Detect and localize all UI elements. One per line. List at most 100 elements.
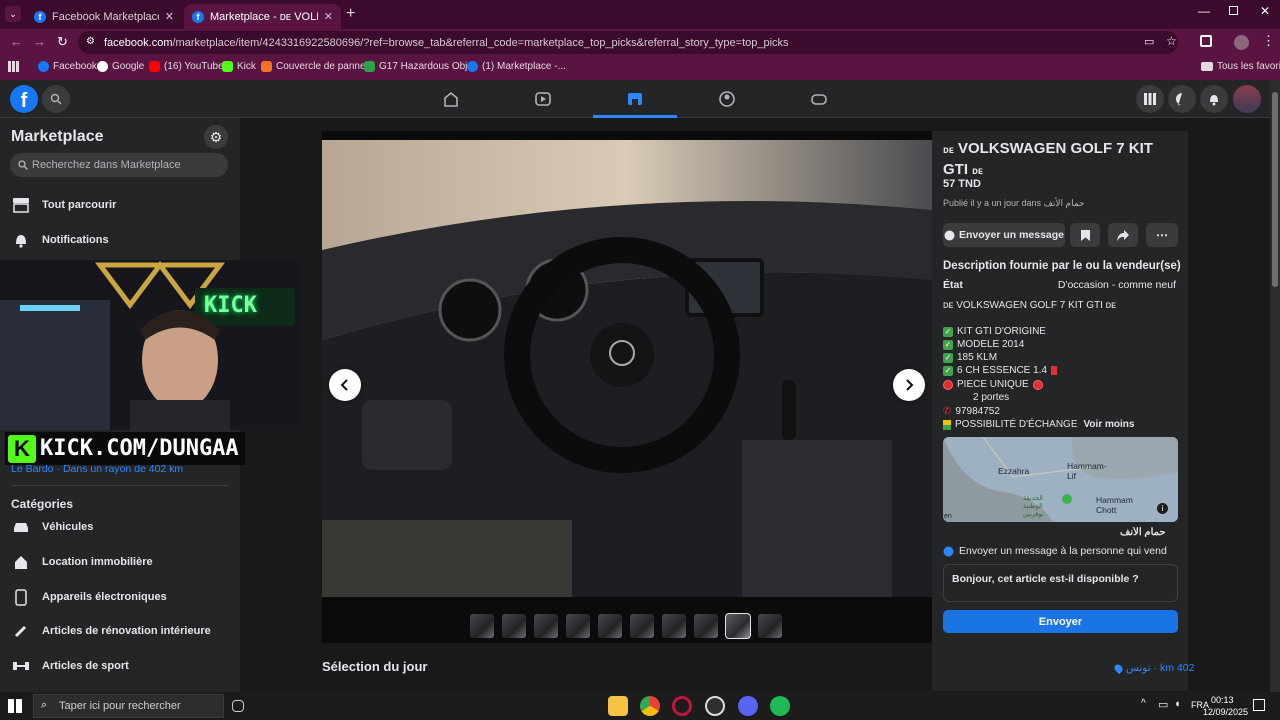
nav-marketplace[interactable]	[593, 80, 677, 118]
obs-icon[interactable]	[705, 696, 725, 716]
account-avatar[interactable]	[1233, 85, 1261, 113]
star-icon[interactable]: ☆	[1166, 34, 1177, 48]
nav-video[interactable]	[501, 80, 585, 118]
bookmark-couvercle[interactable]: Couvercle de panne...	[261, 61, 374, 72]
sidebar-item-notifications[interactable]: Notifications	[10, 229, 109, 251]
section-location[interactable]: تونس · km 402	[1112, 662, 1194, 674]
category-vehicles[interactable]: Véhicules	[10, 516, 93, 538]
opera-icon[interactable]	[672, 696, 692, 716]
clock-time[interactable]: 00:13	[1211, 695, 1234, 705]
discord-icon[interactable]	[738, 696, 758, 716]
search-icon: ⌕	[41, 699, 48, 711]
location-map[interactable]: Ezzahra Hammam-Lif Hammam Chott الحديقة …	[943, 437, 1178, 522]
bookmark-kick[interactable]: Kick	[222, 61, 256, 72]
bookmark-marketplace[interactable]: (1) Marketplace -...	[467, 61, 566, 72]
site-info-icon[interactable]: ⚙	[86, 36, 95, 47]
close-tab-icon[interactable]: ✕	[165, 10, 174, 23]
close-window-icon[interactable]: ✕	[1260, 4, 1270, 18]
taskbar-search[interactable]: ⌕ Taper ici pour rechercher	[33, 694, 224, 718]
map-label: الحديقة الوطنية بوقرنين	[1023, 495, 1044, 518]
map-info-icon[interactable]: i	[1157, 503, 1168, 514]
network-icon[interactable]: ▭	[1158, 698, 1168, 711]
photo-thumbnail[interactable]	[598, 614, 622, 638]
sidebar-title: Marketplace	[11, 128, 104, 145]
start-button[interactable]	[8, 699, 22, 713]
more-options-button[interactable]: ⋯	[1146, 223, 1178, 247]
photo-thumbnail-selected[interactable]	[725, 613, 751, 639]
browser-tab-active[interactable]: f Marketplace - ᴅᴇ VOLKSWAGEN ✕	[184, 4, 341, 29]
restore-icon[interactable]	[1229, 6, 1238, 15]
clock-date[interactable]: 12/09/2025	[1203, 707, 1248, 717]
description-line: PIECE UNIQUE	[943, 379, 1043, 390]
notification-center-icon[interactable]	[1253, 699, 1265, 711]
reload-icon[interactable]: ↻	[57, 34, 68, 50]
message-textarea[interactable]: Bonjour, cet article est-il disponible ?	[943, 564, 1178, 602]
messenger-button[interactable]	[1168, 85, 1196, 113]
windows-taskbar: ⌕ Taper ici pour rechercher ^ ▭ ◖ FRA 00…	[0, 692, 1280, 720]
marketplace-search-input[interactable]: Recherchez dans Marketplace	[10, 153, 228, 177]
save-button[interactable]	[1070, 223, 1100, 247]
bookmark-g17[interactable]: G17 Hazardous Obj...	[364, 61, 476, 72]
nav-gaming[interactable]	[777, 80, 861, 118]
photo-thumbnail[interactable]	[470, 614, 494, 638]
facebook-logo[interactable]: f	[10, 85, 38, 113]
menu-grid-button[interactable]	[1136, 85, 1164, 113]
all-bookmarks[interactable]: Tous les favoris	[1201, 61, 1280, 72]
nav-groups[interactable]	[685, 80, 769, 118]
gaming-icon	[811, 94, 827, 105]
cast-icon[interactable]: ▭	[1144, 35, 1154, 48]
scrollbar-thumb[interactable]	[1272, 92, 1278, 287]
previous-photo-button[interactable]	[329, 369, 361, 401]
apps-icon[interactable]	[8, 61, 19, 72]
category-rentals[interactable]: Location immobilière	[10, 551, 153, 573]
extensions-icon[interactable]	[1200, 35, 1212, 47]
browser-tab[interactable]: f Facebook Marketplace | Faceboo ✕	[26, 4, 182, 29]
browser-tab-strip: ⌄ f Facebook Marketplace | Faceboo ✕ f M…	[0, 0, 1280, 29]
file-explorer-icon[interactable]	[608, 696, 628, 716]
marketplace-icon	[628, 92, 642, 105]
notifications-button[interactable]	[1200, 85, 1228, 113]
fb-search-button[interactable]	[42, 85, 70, 113]
category-electronics[interactable]: Appareils électroniques	[10, 586, 167, 608]
bookmark-facebook[interactable]: Facebook	[38, 61, 97, 72]
photo-thumbnail[interactable]	[566, 614, 590, 638]
state-value: D'occasion - comme neuf	[1057, 279, 1176, 291]
category-home-improvement[interactable]: Articles de rénovation intérieure	[10, 620, 211, 642]
category-sports[interactable]: Articles de sport	[10, 655, 129, 677]
send-message-button[interactable]: Envoyer un message	[943, 223, 1065, 247]
photo-thumbnail[interactable]	[662, 614, 686, 638]
tab-list-icon[interactable]: ⌄	[5, 6, 21, 22]
sidebar-item-browse[interactable]: Tout parcourir	[10, 194, 116, 216]
new-tab-button[interactable]: +	[346, 5, 355, 23]
photo-thumbnail[interactable]	[758, 614, 782, 638]
bookmark-google[interactable]: Google	[97, 61, 144, 72]
share-button[interactable]	[1108, 223, 1138, 247]
bell-icon	[10, 229, 32, 251]
chrome-icon[interactable]	[640, 696, 660, 716]
send-button[interactable]: Envoyer	[943, 610, 1178, 633]
messenger-icon	[944, 230, 955, 240]
tray-chevron-icon[interactable]: ^	[1141, 698, 1146, 709]
photo-thumbnail[interactable]	[502, 614, 526, 638]
photo-thumbnail[interactable]	[630, 614, 654, 638]
nav-home[interactable]	[409, 80, 493, 118]
spotify-icon[interactable]	[770, 696, 790, 716]
minimize-icon[interactable]: —	[1198, 4, 1210, 18]
bookmark-youtube[interactable]: (16) YouTube	[149, 61, 224, 72]
next-photo-button[interactable]	[893, 369, 925, 401]
photo-thumbnail[interactable]	[694, 614, 718, 638]
settings-button[interactable]: ⚙	[204, 125, 228, 149]
description-line: ✓ MODELE 2014	[943, 339, 1025, 350]
profile-icon[interactable]	[1234, 35, 1249, 50]
description-line: POSSIBILITÉ D'ÉCHANGE Voir moins	[943, 419, 1134, 430]
forward-icon[interactable]: →	[33, 34, 46, 49]
bookmarks-bar: Facebook Google (16) YouTube Kick Couver…	[0, 56, 1280, 80]
see-less-link[interactable]: Voir moins	[1084, 419, 1135, 430]
photo-thumbnail[interactable]	[534, 614, 558, 638]
menu-icon[interactable]: ⋮	[1262, 33, 1275, 49]
task-view-icon[interactable]	[232, 700, 244, 712]
address-bar[interactable]: ⚙ facebook.com/marketplace/item/42433169…	[78, 31, 1178, 54]
page-scrollbar[interactable]	[1270, 80, 1280, 692]
close-tab-icon[interactable]: ✕	[324, 10, 333, 23]
back-icon[interactable]: ←	[10, 34, 23, 49]
